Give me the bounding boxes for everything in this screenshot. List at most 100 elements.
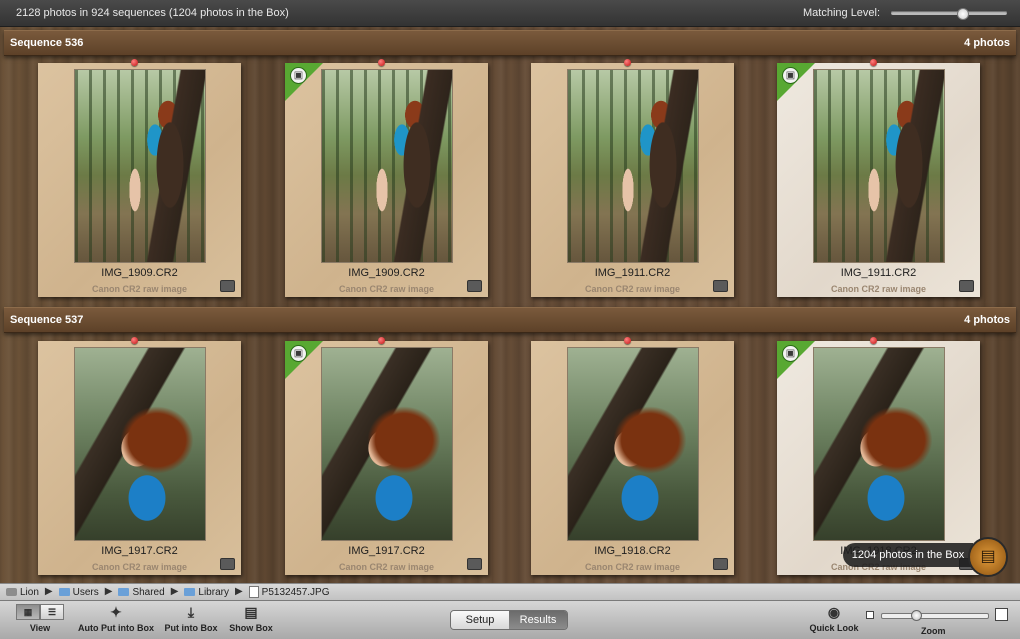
path-separator-icon: ▶	[234, 586, 243, 597]
path-item[interactable]: P5132457.JPG	[248, 586, 330, 598]
put-into-box-icon[interactable]	[467, 558, 482, 570]
put-into-box-icon[interactable]	[713, 280, 728, 292]
path-separator-icon: ▶	[44, 586, 53, 597]
eye-icon: ◉	[827, 604, 841, 620]
photo-filename: IMG_1917.CR2	[101, 545, 178, 557]
show-box-button[interactable]: ▤ Show Box	[226, 604, 276, 633]
photo-filetype: Canon CR2 raw image	[584, 562, 681, 572]
photo-filetype: Canon CR2 raw image	[338, 562, 435, 572]
put-into-box-icon[interactable]	[220, 280, 235, 292]
box-badge-icon: ▣	[290, 67, 307, 84]
quick-look-button[interactable]: ◉ Quick Look	[803, 604, 865, 633]
photo-filetype: Canon CR2 raw image	[830, 284, 927, 294]
photo-card[interactable]: ▣ IMG_1917.CR2 Canon CR2 raw image	[285, 337, 488, 575]
zoom-in-icon[interactable]	[995, 608, 1008, 621]
photo-thumbnail[interactable]	[567, 347, 699, 541]
mode-segmented-control[interactable]: Setup Results	[450, 610, 568, 630]
path-item[interactable]: Users	[58, 586, 99, 598]
photo-filetype: Canon CR2 raw image	[338, 284, 435, 294]
photo-filetype: Canon CR2 raw image	[584, 284, 681, 294]
photo-filename: IMG_1911.CR2	[594, 267, 671, 279]
bottom-toolbar: ▦ ☰ View ✦ Auto Put into Box ⤓ Put into …	[0, 600, 1020, 639]
photo-thumbnail[interactable]	[813, 347, 945, 541]
path-item-label: Lion	[20, 586, 39, 598]
photo-filename: IMG_1911.CR2	[840, 267, 917, 279]
photo-thumbnail[interactable]	[74, 69, 206, 263]
put-into-box-icon[interactable]	[467, 280, 482, 292]
box-count-tooltip: 1204 photos in the Box	[843, 543, 973, 567]
box-icon: ▤	[244, 604, 258, 620]
path-item-label: P5132457.JPG	[261, 586, 330, 598]
pin-icon	[624, 337, 631, 344]
matching-level-slider-knob[interactable]	[956, 8, 969, 20]
pin-icon	[131, 337, 138, 344]
matching-level-slider[interactable]	[891, 8, 1007, 20]
file-icon	[248, 586, 259, 598]
quick-look-label: Quick Look	[809, 623, 859, 633]
put-into-box-icon[interactable]	[220, 558, 235, 570]
sequence-title: Sequence 536	[10, 37, 84, 49]
pin-icon	[870, 337, 877, 344]
photo-thumbnail[interactable]	[321, 347, 453, 541]
sequence-photo-count: 4 photos	[964, 314, 1010, 326]
put-into-box-button[interactable]: ⤓ Put into Box	[160, 604, 222, 633]
sequence-browser: Sequence 536 4 photos IMG_1909.CR2 Canon…	[0, 27, 1020, 583]
magic-wand-icon: ✦	[110, 604, 122, 620]
grid-view-icon[interactable]: ▦	[16, 604, 40, 620]
auto-put-into-box-button[interactable]: ✦ Auto Put into Box	[74, 604, 158, 633]
photo-card[interactable]: IMG_1909.CR2 Canon CR2 raw image	[38, 59, 241, 297]
disk-icon	[6, 588, 17, 596]
path-item[interactable]: Library	[184, 586, 229, 598]
put-into-box-icon[interactable]	[959, 280, 974, 292]
photo-card[interactable]: ▣ IMG_1918.CR2 Canon CR2 raw image	[777, 337, 980, 575]
pin-icon	[870, 59, 877, 66]
photo-filename: IMG_1909.CR2	[348, 267, 425, 279]
path-item[interactable]: Shared	[118, 586, 165, 598]
photo-filename: IMG_1917.CR2	[348, 545, 425, 557]
zoom-out-icon[interactable]	[866, 611, 874, 619]
photo-card[interactable]: ▣ IMG_1909.CR2 Canon CR2 raw image	[285, 59, 488, 297]
path-item-label: Users	[72, 586, 99, 598]
photo-card[interactable]: IMG_1918.CR2 Canon CR2 raw image	[531, 337, 734, 575]
put-into-box-label: Put into Box	[164, 623, 218, 633]
photo-card[interactable]: IMG_1917.CR2 Canon CR2 raw image	[38, 337, 241, 575]
results-tab[interactable]: Results	[509, 611, 567, 629]
box-badge-icon: ▣	[290, 345, 307, 362]
box-badge-icon: ▣	[782, 67, 799, 84]
folder-icon	[184, 588, 196, 596]
zoom-slider[interactable]	[881, 610, 989, 621]
list-view-icon[interactable]: ☰	[40, 604, 64, 620]
box-badge-icon: ▣	[782, 345, 799, 362]
zoom-slider-knob[interactable]	[911, 610, 923, 621]
pin-icon	[378, 59, 385, 66]
pin-icon	[131, 59, 138, 66]
photo-card[interactable]: ▣ IMG_1911.CR2 Canon CR2 raw image	[777, 59, 980, 297]
pin-icon	[624, 59, 631, 66]
path-item-label: Library	[198, 586, 229, 598]
folder-icon	[118, 588, 130, 596]
box-icon[interactable]: ▤	[968, 537, 1008, 577]
info-bar: 2128 photos in 924 sequences (1204 photo…	[0, 0, 1020, 27]
path-separator-icon: ▶	[104, 586, 113, 597]
view-control[interactable]: ▦ ☰ View	[12, 604, 68, 633]
photo-filetype: Canon CR2 raw image	[91, 284, 188, 294]
photo-thumbnail[interactable]	[567, 69, 699, 263]
show-box-label: Show Box	[229, 623, 273, 633]
put-into-box-icon: ⤓	[187, 604, 195, 620]
photo-thumbnail[interactable]	[813, 69, 945, 263]
path-item-label: Shared	[132, 586, 165, 598]
photo-filename: IMG_1909.CR2	[101, 267, 178, 279]
photo-filename: IMG_1918.CR2	[594, 545, 671, 557]
setup-tab[interactable]: Setup	[451, 611, 509, 629]
photo-count-info: 2128 photos in 924 sequences (1204 photo…	[16, 7, 289, 19]
zoom-label: Zoom	[921, 626, 946, 636]
photo-thumbnail[interactable]	[74, 347, 206, 541]
photo-thumbnail[interactable]	[321, 69, 453, 263]
put-into-box-icon[interactable]	[713, 558, 728, 570]
view-label: View	[29, 623, 51, 633]
path-bar: Lion ▶ Users ▶ Shared ▶ Library ▶ P51324…	[0, 583, 1020, 600]
photo-card[interactable]: IMG_1911.CR2 Canon CR2 raw image	[531, 59, 734, 297]
path-item[interactable]: Lion	[6, 586, 39, 598]
matching-level-label: Matching Level:	[803, 7, 881, 19]
auto-put-into-box-label: Auto Put into Box	[78, 623, 154, 633]
